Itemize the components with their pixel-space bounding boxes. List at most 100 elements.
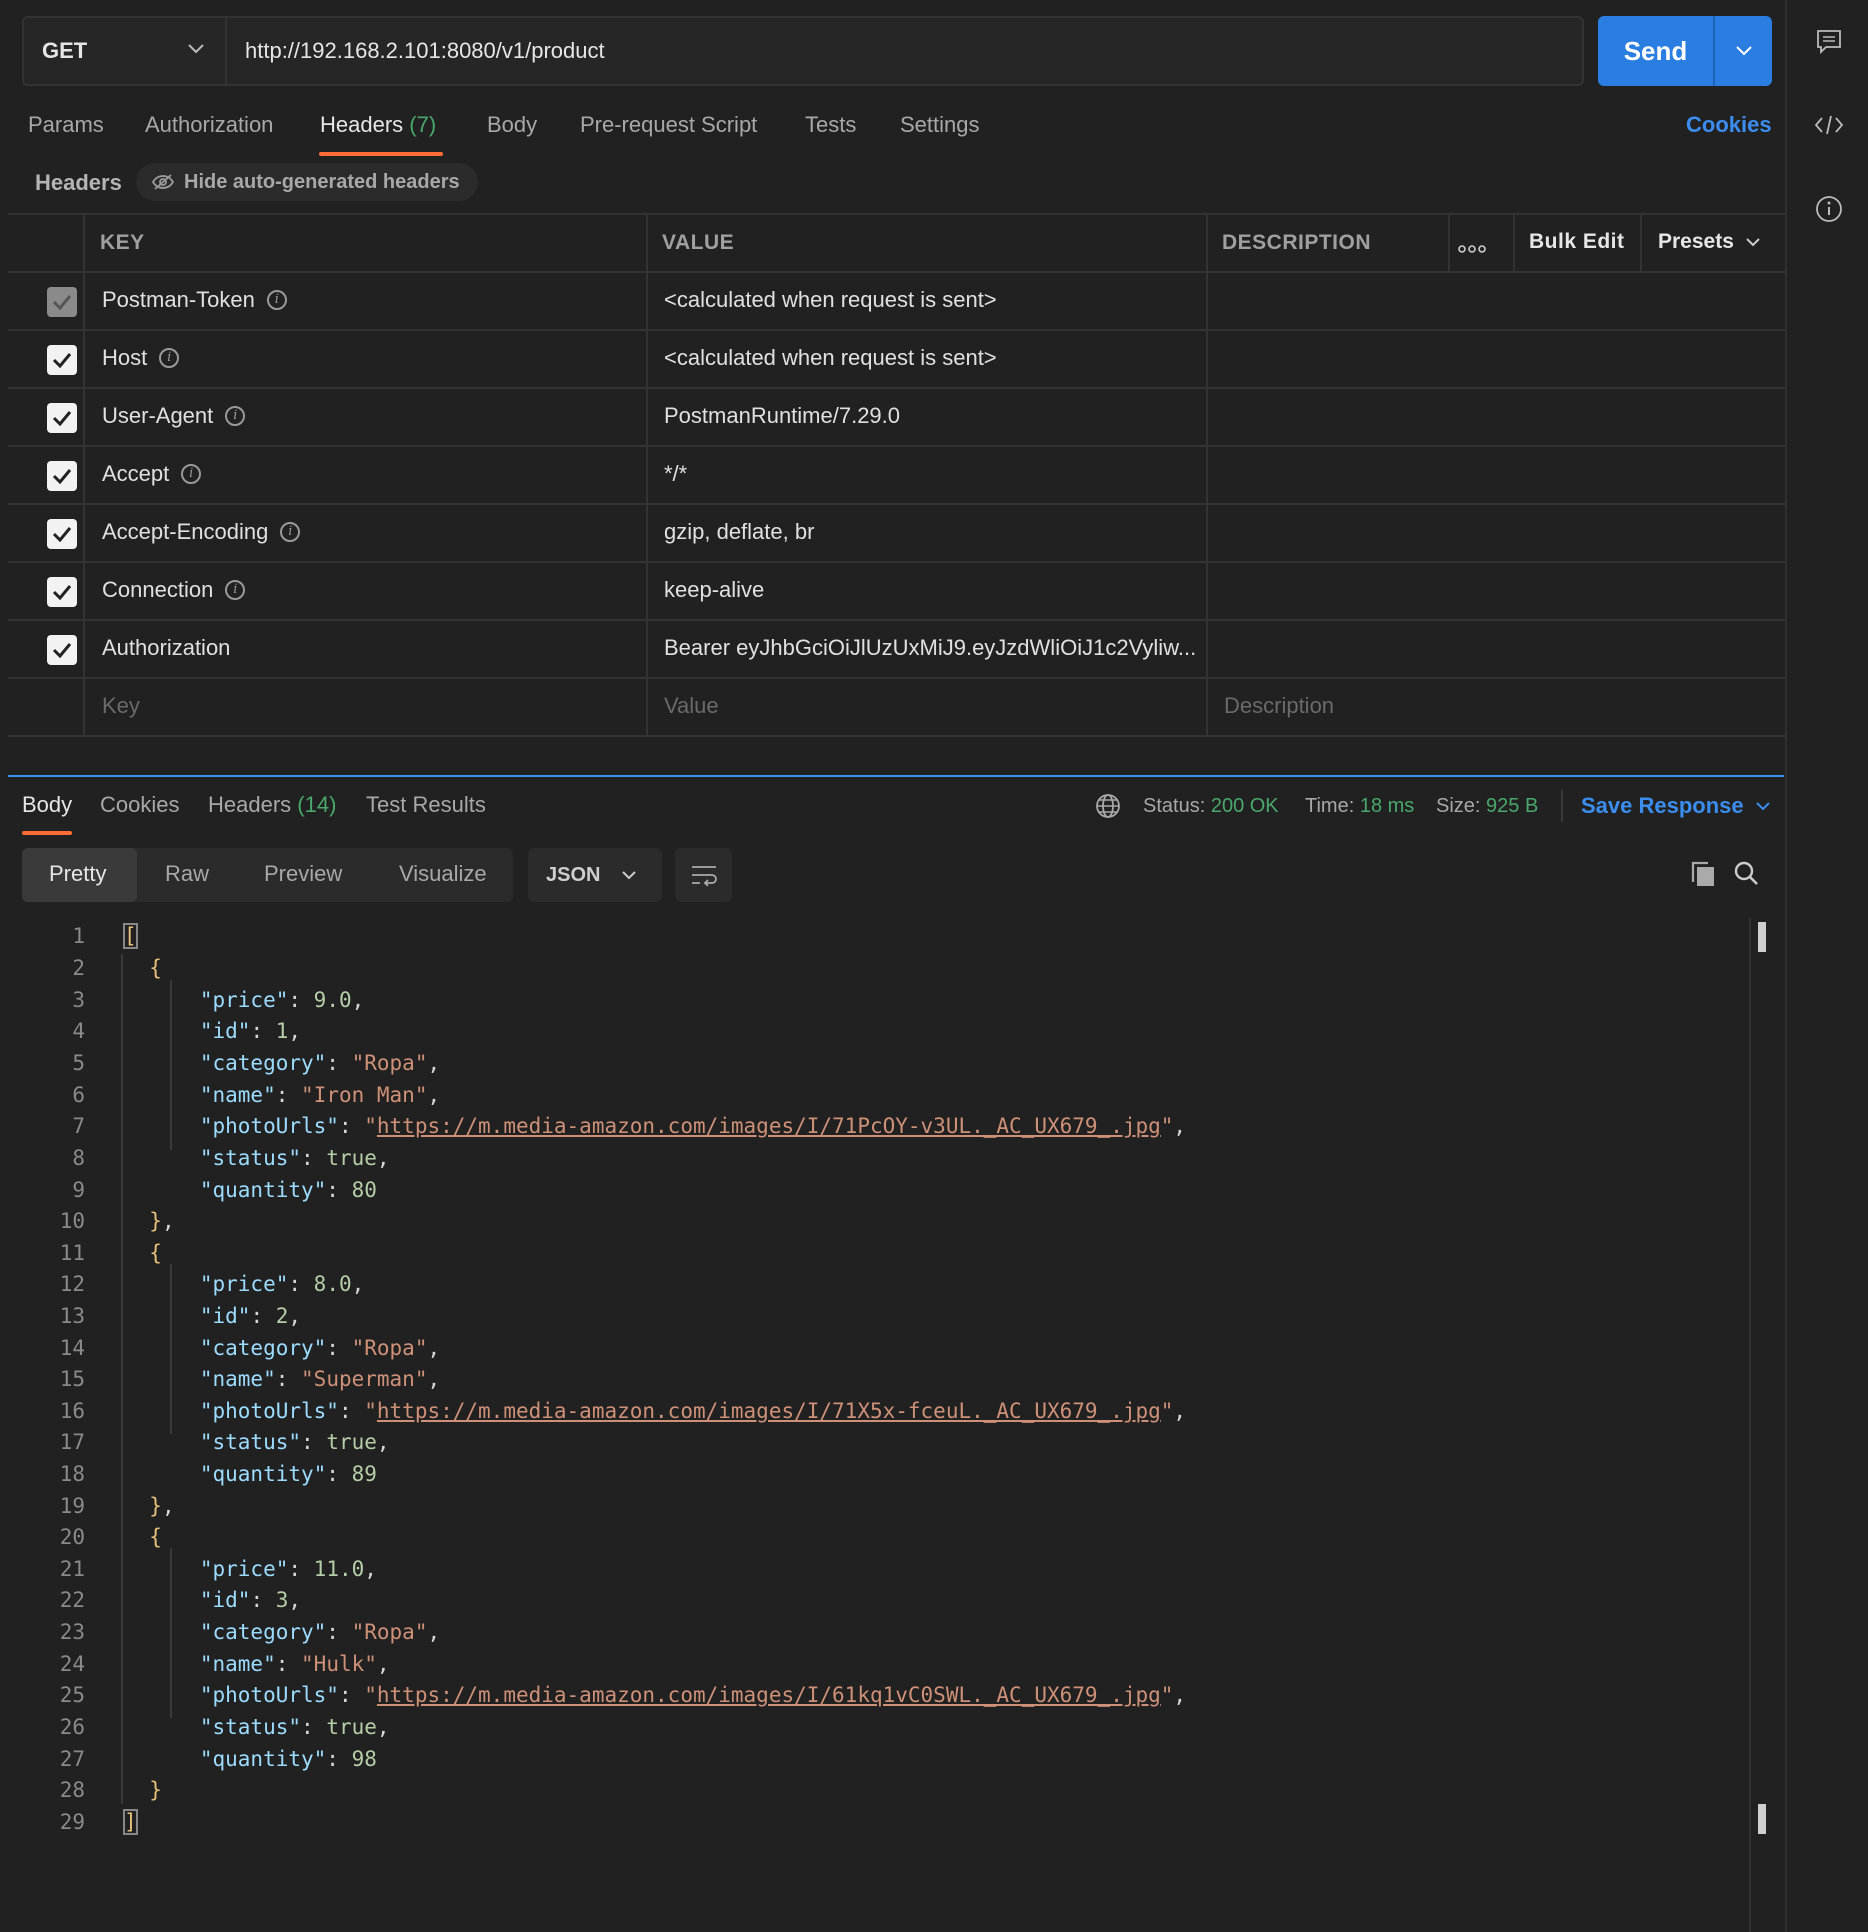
search-icon[interactable] xyxy=(1733,860,1759,891)
line-number: 21 xyxy=(59,1557,85,1581)
tab-authorization[interactable]: Authorization xyxy=(145,112,273,138)
info-icon: i xyxy=(280,522,301,542)
row-checkbox[interactable] xyxy=(47,519,77,549)
header-value: Bearer eyJhbGciOiJlUzUxMiJ9.eyJzdWliOiJ1… xyxy=(664,635,1197,660)
method-select[interactable]: GET xyxy=(22,16,226,86)
new-key-input[interactable]: Key xyxy=(102,693,140,719)
json-photo-url-link[interactable]: https://m.media-amazon.com/images/I/71Pc… xyxy=(377,1114,1161,1138)
view-mode-raw[interactable]: Raw xyxy=(165,861,209,887)
response-divider[interactable] xyxy=(8,775,1784,777)
header-value: <calculated when request is sent> xyxy=(664,287,997,312)
tab-prerequest-script[interactable]: Pre-request Script xyxy=(580,112,757,138)
chevron-down-icon xyxy=(622,870,637,879)
tab-params[interactable]: Params xyxy=(28,112,104,138)
response-tab-cookies[interactable]: Cookies xyxy=(100,792,179,818)
line-number: 17 xyxy=(59,1430,85,1454)
row-checkbox[interactable] xyxy=(47,345,77,375)
scrollbar-marker[interactable] xyxy=(1758,1804,1766,1834)
header-value: gzip, deflate, br xyxy=(664,519,815,544)
cookies-link[interactable]: Cookies xyxy=(1686,112,1772,138)
code-line: "status": true, xyxy=(199,1715,390,1739)
chevron-down-icon xyxy=(188,44,204,54)
row-checkbox[interactable] xyxy=(47,403,77,433)
tab-headers[interactable]: Headers (7) xyxy=(320,112,436,138)
json-photo-url-link[interactable]: https://m.media-amazon.com/images/I/61kq… xyxy=(377,1683,1161,1707)
row-checkbox[interactable] xyxy=(47,577,77,607)
code-icon[interactable] xyxy=(1814,110,1844,140)
view-mode-preview[interactable]: Preview xyxy=(264,861,342,887)
table-row: User-Agent i PostmanRuntime/7.29.0 xyxy=(8,387,1786,445)
response-tab-body[interactable]: Body xyxy=(22,792,72,818)
format-select[interactable]: JSON xyxy=(528,848,662,902)
view-mode-visualize[interactable]: Visualize xyxy=(399,861,487,887)
line-number: 11 xyxy=(59,1241,85,1265)
send-options-button[interactable] xyxy=(1715,16,1772,86)
indent-guide xyxy=(121,954,123,1804)
comments-icon[interactable] xyxy=(1814,27,1844,57)
line-number: 25 xyxy=(59,1683,85,1707)
code-line: { xyxy=(149,956,162,980)
response-tab-headers-count: (14) xyxy=(297,792,337,817)
header-key-text: User-Agent xyxy=(102,403,214,428)
active-tab-indicator xyxy=(22,831,72,835)
presets-dropdown[interactable]: Presets xyxy=(1658,230,1760,254)
tab-settings[interactable]: Settings xyxy=(900,112,980,138)
chevron-down-icon xyxy=(1755,801,1770,810)
row-checkbox[interactable] xyxy=(47,635,77,665)
bulk-edit-button[interactable]: Bulk Edit xyxy=(1529,230,1625,254)
view-mode-tabs: Pretty Raw Preview Visualize xyxy=(22,848,513,902)
headers-table: KEY VALUE DESCRIPTION Bulk Edit Presets … xyxy=(8,213,1786,738)
line-number: 26 xyxy=(59,1715,85,1739)
code-line: "photoUrls": "https://m.media-amazon.com… xyxy=(199,1399,1187,1423)
scrollbar-marker[interactable] xyxy=(1758,922,1766,952)
code-line: "status": true, xyxy=(199,1146,390,1170)
line-number: 24 xyxy=(59,1652,85,1676)
info-icon: i xyxy=(159,348,180,368)
time-indicator[interactable]: Time: 18 ms xyxy=(1305,795,1414,818)
code-line: }, xyxy=(149,1209,175,1233)
line-number: 10 xyxy=(59,1209,85,1233)
view-mode-pretty[interactable]: Pretty xyxy=(49,861,106,887)
size-indicator[interactable]: Size: 925 B xyxy=(1436,795,1538,818)
json-photo-url-link[interactable]: https://m.media-amazon.com/images/I/71X5… xyxy=(377,1399,1161,1423)
header-key-text: Postman-Token xyxy=(102,287,255,312)
wrap-lines-button[interactable] xyxy=(675,848,732,902)
info-icon[interactable] xyxy=(1814,194,1844,224)
line-number: 23 xyxy=(59,1620,85,1644)
status-indicator[interactable]: Status: 200 OK xyxy=(1143,795,1279,818)
size-value: 925 B xyxy=(1486,795,1539,817)
row-checkbox[interactable] xyxy=(47,287,77,317)
time-label: Time: xyxy=(1305,795,1355,817)
globe-icon[interactable] xyxy=(1095,793,1121,824)
code-scroll-track[interactable] xyxy=(1749,918,1751,1932)
column-divider xyxy=(83,213,85,737)
line-number: 6 xyxy=(72,1083,85,1107)
response-body-code[interactable]: 1 [ 2 { 3 "price": 9.0, 4 "id": 1, 5 "ca… xyxy=(0,918,1760,1848)
column-header-key: KEY xyxy=(100,231,145,254)
new-description-input[interactable]: Description xyxy=(1224,693,1334,719)
hide-auto-headers-button[interactable]: Hide auto-generated headers xyxy=(136,163,478,201)
save-response-button[interactable]: Save Response xyxy=(1581,793,1770,819)
json-price: 11.0 xyxy=(313,1557,365,1581)
more-options-icon[interactable] xyxy=(1458,241,1486,259)
row-checkbox[interactable] xyxy=(47,461,77,491)
line-number: 20 xyxy=(59,1525,85,1549)
new-value-input[interactable]: Value xyxy=(664,693,719,719)
response-tab-headers[interactable]: Headers (14) xyxy=(208,792,336,818)
url-input[interactable]: http://192.168.2.101:8080/v1/product xyxy=(225,16,1584,86)
send-button[interactable]: Send xyxy=(1598,16,1715,86)
check-icon xyxy=(52,643,72,658)
line-number: 8 xyxy=(72,1146,85,1170)
copy-icon[interactable] xyxy=(1690,860,1716,893)
line-number: 5 xyxy=(72,1051,85,1075)
tab-tests[interactable]: Tests xyxy=(805,112,856,138)
size-label: Size: xyxy=(1436,795,1481,817)
response-tab-test-results[interactable]: Test Results xyxy=(366,792,486,818)
table-row: Accept-Encoding i gzip, deflate, br xyxy=(8,503,1786,561)
code-line: "price": 8.0, xyxy=(199,1272,365,1296)
tab-headers-label: Headers xyxy=(320,112,404,137)
info-icon: i xyxy=(181,464,202,484)
line-number: 14 xyxy=(59,1336,85,1360)
tab-body[interactable]: Body xyxy=(487,112,537,138)
check-icon xyxy=(52,353,72,368)
